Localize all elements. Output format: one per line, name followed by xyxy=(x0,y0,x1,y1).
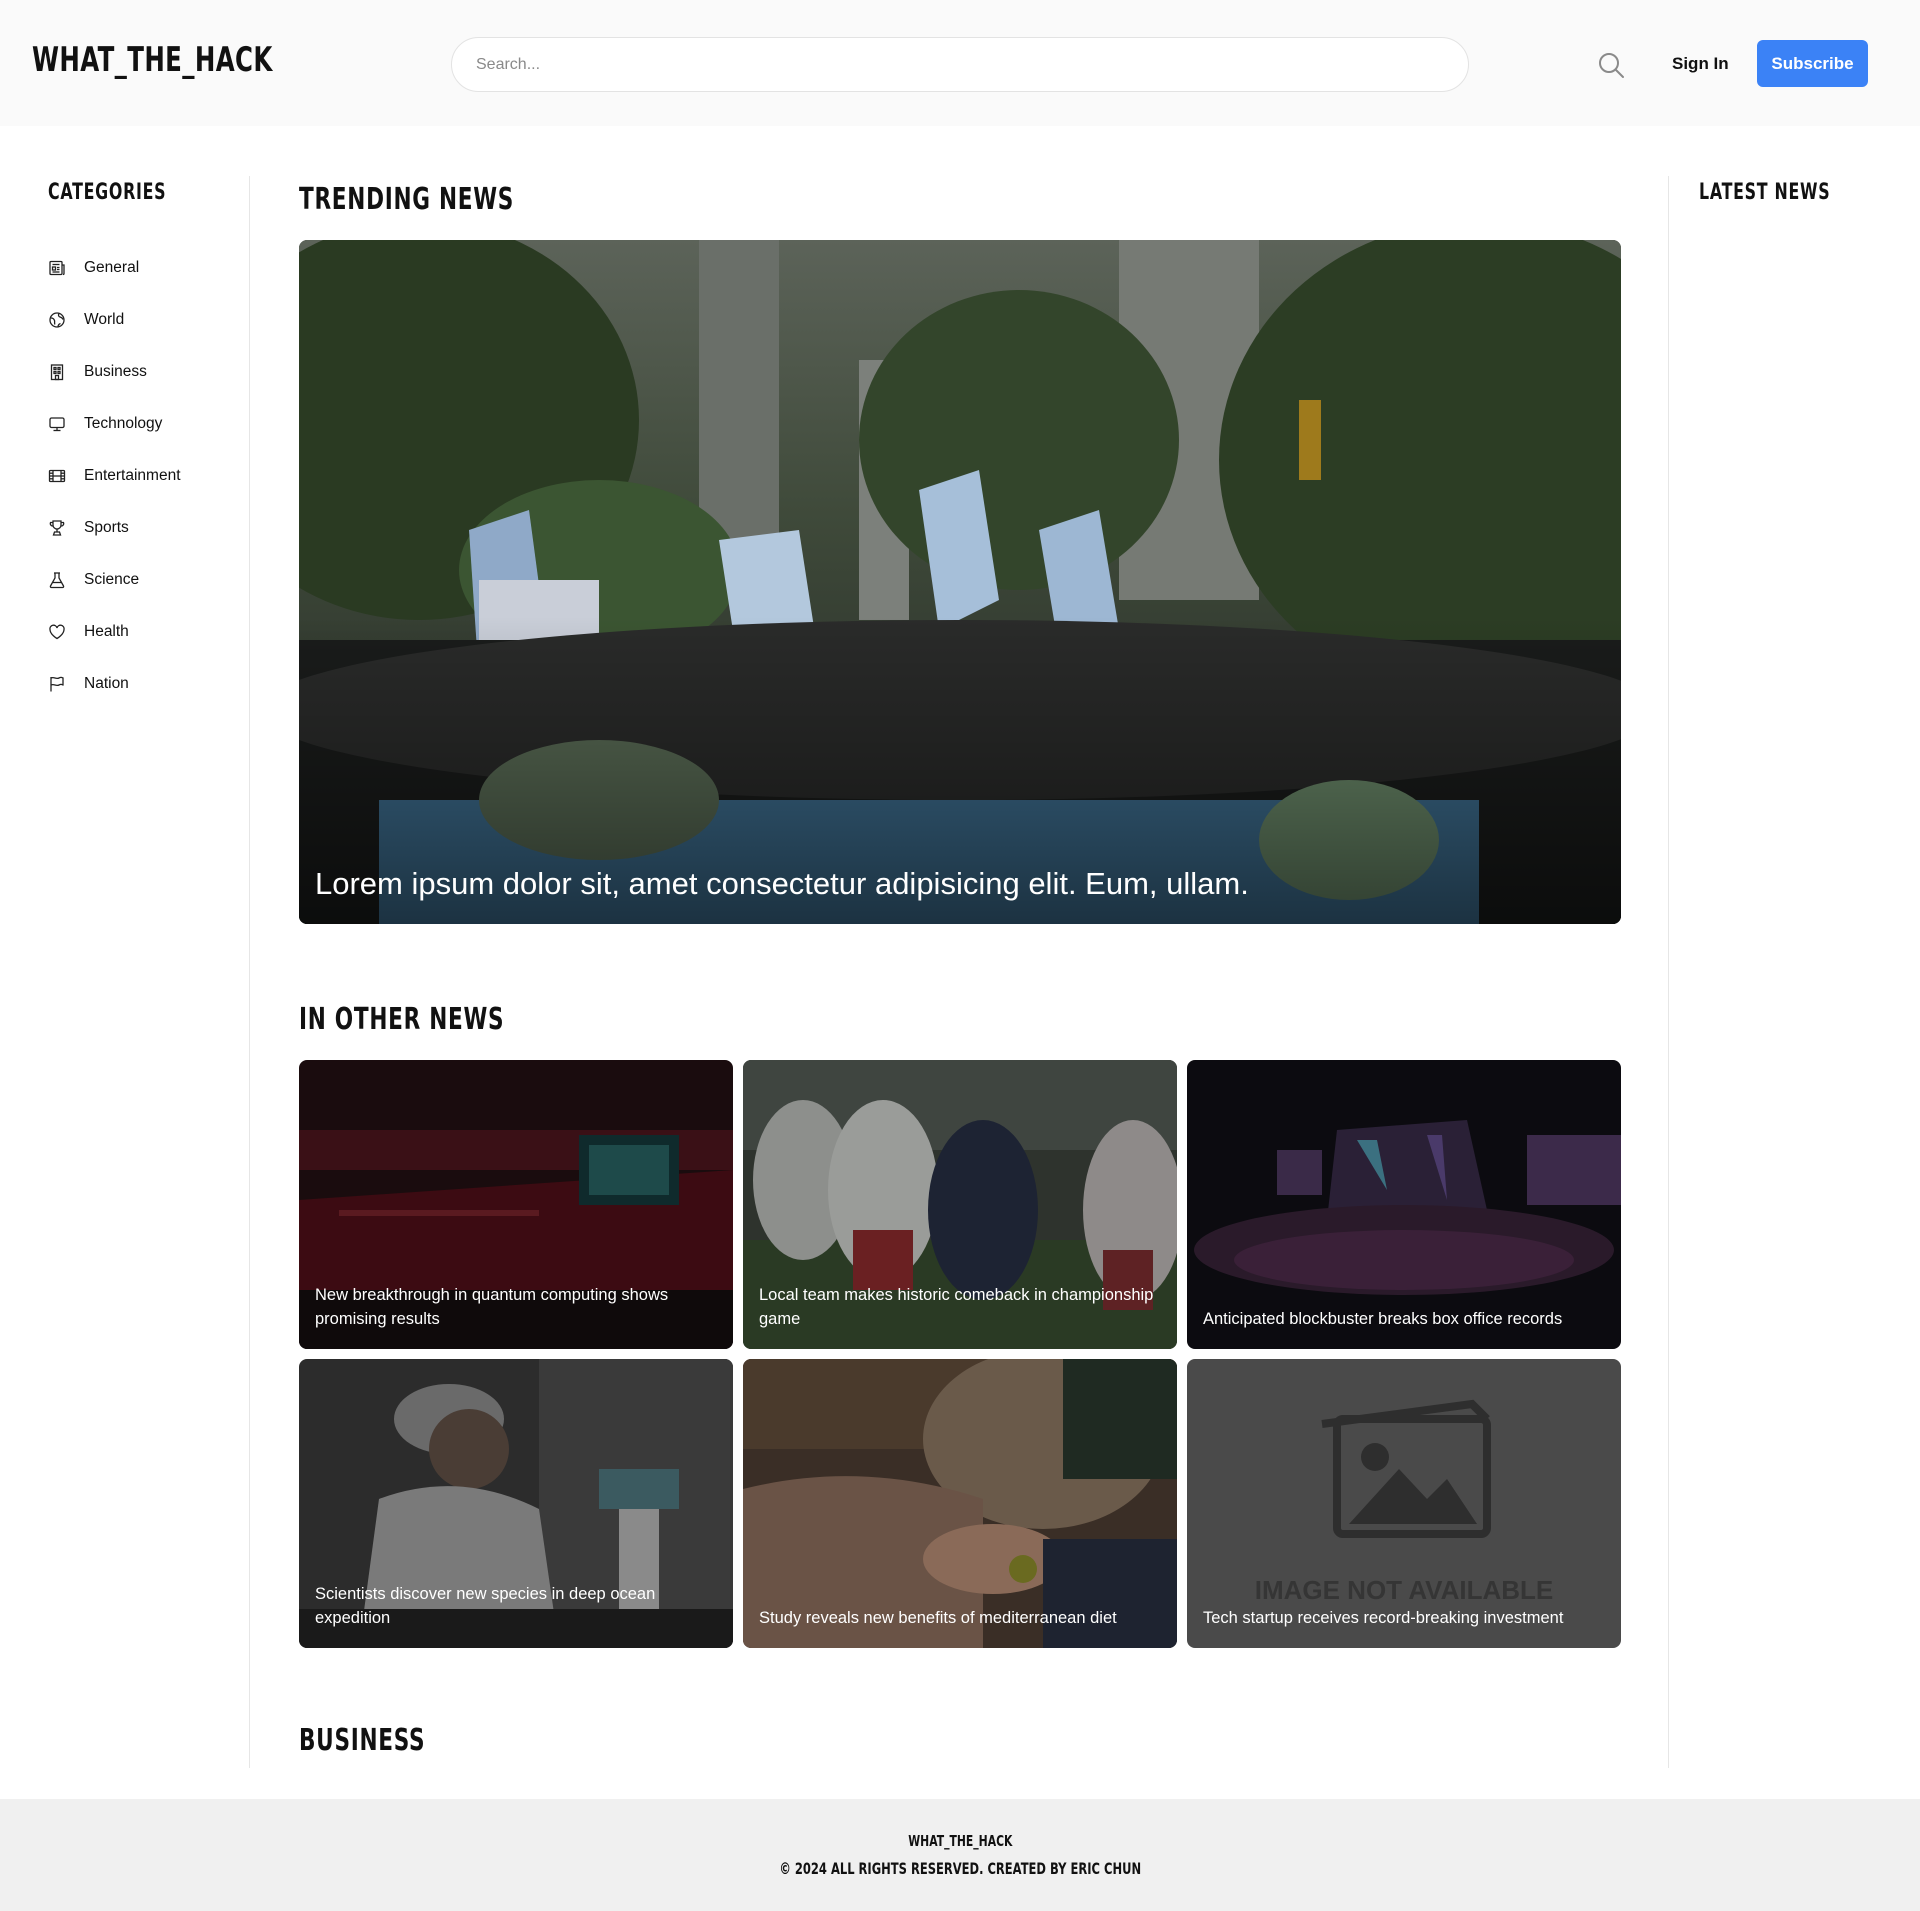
news-card[interactable]: New breakthrough in quantum computing sh… xyxy=(299,1060,733,1349)
category-label: Health xyxy=(84,623,129,640)
site-header: WHAT_THE_HACK Sign In Subscribe xyxy=(0,0,1920,126)
image-placeholder: IMAGE NOT AVAILABLE xyxy=(1187,1359,1621,1648)
card-title: Study reveals new benefits of mediterran… xyxy=(759,1609,1117,1627)
news-card[interactable]: Study reveals new benefits of mediterran… xyxy=(743,1359,1177,1648)
search-icon[interactable] xyxy=(1596,50,1626,80)
categories-heading: CATEGORIES xyxy=(48,180,167,205)
latest-news-column: LATEST NEWS xyxy=(1668,176,1920,1768)
card-title: New breakthrough in quantum computing sh… xyxy=(315,1286,669,1328)
card-image xyxy=(1187,1060,1621,1349)
monitor-icon xyxy=(49,417,65,432)
flag-icon xyxy=(50,676,64,692)
news-card[interactable]: Scientists discover new species in deep … xyxy=(299,1359,733,1648)
category-item-general[interactable]: General xyxy=(48,242,181,294)
heart-icon xyxy=(49,624,65,640)
search-input[interactable] xyxy=(451,37,1469,92)
categories-sidebar: CATEGORIES General World Business Techno… xyxy=(0,176,250,1768)
card-title: Scientists discover new species in deep … xyxy=(315,1585,656,1627)
category-label: World xyxy=(84,311,125,328)
card-title: Tech startup receives record-breaking in… xyxy=(1203,1609,1564,1627)
film-icon xyxy=(48,469,66,483)
category-item-health[interactable]: Health xyxy=(48,606,181,658)
news-card[interactable]: IMAGE NOT AVAILABLE Tech startup receive… xyxy=(1187,1359,1621,1648)
category-item-science[interactable]: Science xyxy=(48,554,181,606)
site-logo[interactable]: WHAT_THE_HACK xyxy=(32,40,273,80)
card-title: Local team makes historic comeback in ch… xyxy=(759,1286,1154,1328)
building-icon xyxy=(50,364,64,381)
hero-article[interactable]: Lorem ipsum dolor sit, amet consectetur … xyxy=(299,240,1621,924)
category-label: Technology xyxy=(84,415,163,432)
newspaper-icon xyxy=(49,260,65,276)
footer-copyright: © 2024 ALL RIGHTS RESERVED. CREATED BY E… xyxy=(779,1859,1141,1878)
category-item-business[interactable]: Business xyxy=(48,346,181,398)
category-label: Business xyxy=(84,363,147,380)
category-label: Sports xyxy=(84,519,129,536)
category-label: General xyxy=(84,259,140,276)
trophy-icon xyxy=(49,520,65,536)
category-item-entertainment[interactable]: Entertainment xyxy=(48,450,181,502)
latest-news-heading: LATEST NEWS xyxy=(1699,180,1831,205)
news-grid: New breakthrough in quantum computing sh… xyxy=(299,1060,1621,1648)
card-title: Anticipated blockbuster breaks box offic… xyxy=(1203,1310,1563,1328)
hero-title: Lorem ipsum dolor sit, amet consectetur … xyxy=(315,866,1249,901)
sign-in-button[interactable]: Sign In xyxy=(1672,44,1729,84)
category-item-nation[interactable]: Nation xyxy=(48,658,181,710)
globe-icon xyxy=(49,312,65,328)
news-card[interactable]: Local team makes historic comeback in ch… xyxy=(743,1060,1177,1349)
category-label: Science xyxy=(84,571,140,588)
hero-image xyxy=(299,240,1621,924)
flask-icon xyxy=(49,572,65,589)
category-item-world[interactable]: World xyxy=(48,294,181,346)
category-label: Entertainment xyxy=(84,467,181,484)
category-item-sports[interactable]: Sports xyxy=(48,502,181,554)
category-list: General World Business Technology Entert… xyxy=(48,242,181,710)
category-label: Nation xyxy=(84,675,129,692)
subscribe-button[interactable]: Subscribe xyxy=(1757,40,1868,87)
site-footer: WHAT_THE_HACK © 2024 ALL RIGHTS RESERVED… xyxy=(0,1799,1920,1911)
news-card[interactable]: Anticipated blockbuster breaks box offic… xyxy=(1187,1060,1621,1349)
category-item-technology[interactable]: Technology xyxy=(48,398,181,450)
card-image xyxy=(743,1359,1177,1648)
footer-brand: WHAT_THE_HACK xyxy=(907,1832,1013,1850)
svg-text:IMAGE NOT AVAILABLE: IMAGE NOT AVAILABLE xyxy=(1255,1575,1554,1605)
in-other-news-heading: IN OTHER NEWS xyxy=(299,1002,505,1037)
trending-heading: TRENDING NEWS xyxy=(299,182,515,217)
business-heading: BUSINESS xyxy=(299,1723,426,1758)
